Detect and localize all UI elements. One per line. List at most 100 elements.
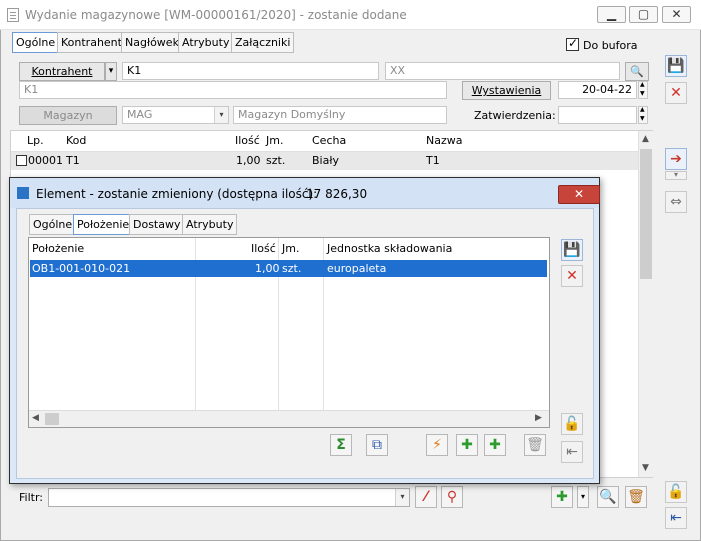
add-dropdown-button[interactable]: ▾ [577, 486, 589, 508]
save-button[interactable]: 💾 [665, 55, 687, 77]
col-nazwa[interactable]: Nazwa [426, 134, 462, 147]
location-grid[interactable]: Położenie Ilość Jm. Jednostka składowani… [28, 237, 550, 428]
col-ilosc[interactable]: Ilość [251, 242, 276, 255]
preview-button[interactable]: 🔍 [597, 486, 619, 508]
tab-ogolne[interactable]: Ogólne [12, 32, 60, 53]
maximize-icon: ▢ [637, 7, 650, 21]
wystawienia-spinner[interactable] [638, 81, 648, 99]
tab-zalaczniki[interactable]: Załączniki [231, 32, 295, 53]
magazyn-code-select[interactable]: MAG [122, 106, 229, 124]
minimize-button[interactable]: ▁ [597, 6, 626, 23]
plus-icon: ✚ [556, 489, 568, 505]
close-icon: ✕ [670, 85, 682, 101]
col-ilosc[interactable]: Ilość [235, 134, 260, 147]
cell-polozenie: OB1-001-010-021 [32, 262, 131, 275]
export-dropdown-button[interactable]: ▾ [665, 171, 687, 180]
close-icon: ✕ [573, 187, 585, 201]
element-icon [17, 187, 29, 199]
kontrahent-name-field[interactable]: K1 [19, 81, 447, 99]
col-jm[interactable]: Jm. [282, 242, 299, 255]
filter-input[interactable]: ▾ [48, 488, 410, 507]
filter-label: Filtr: [19, 491, 43, 504]
col-polozenie[interactable]: Położenie [32, 242, 84, 255]
scroll-thumb[interactable] [640, 149, 652, 279]
tab-naglowek[interactable]: Nagłówek [121, 32, 183, 53]
view-button[interactable]: ⧉ [366, 434, 388, 456]
clear-filter-button[interactable]: ⁄ [415, 486, 437, 508]
grid-horizontal-scrollbar[interactable]: ◀ ▶ [29, 410, 549, 427]
export-button[interactable]: ➔ [665, 148, 687, 170]
close-icon: ✕ [671, 7, 682, 21]
auto-assign-button[interactable]: ⚡ [426, 434, 448, 456]
scroll-down-icon[interactable]: ▼ [642, 463, 649, 473]
scroll-left-icon[interactable]: ◀ [32, 413, 39, 423]
magazyn-name-field[interactable]: Magazyn Domyślny [233, 106, 447, 124]
dialog-available-quantity: 17 826,30 [306, 187, 368, 201]
dialog-title-bar: Element - zostanie zmieniony (dostępna i… [10, 178, 600, 208]
col-jednostka-skladowania[interactable]: Jednostka składowania [327, 242, 452, 255]
trash-icon: 🗑 [526, 437, 544, 453]
kontrahent-dropdown-button[interactable]: ▾ [105, 62, 117, 81]
plus-icon: ✚ [461, 437, 473, 453]
dialog-delete-button[interactable]: 🗑 [524, 434, 546, 456]
grid-header: Lp. Kod Ilość Jm. Cecha Nazwa [11, 131, 638, 152]
dialog-cancel-button[interactable]: ✕ [561, 265, 583, 287]
dialog-tab-ogolne[interactable]: Ogólne [29, 214, 77, 235]
add-button[interactable]: ✚ [551, 486, 573, 508]
dialog-tab-polozenie[interactable]: Położenie [73, 214, 134, 235]
save-icon: 💾 [667, 58, 685, 74]
close-button[interactable]: ✕ [662, 6, 691, 23]
dialog-unlock-button[interactable]: 🔓 [561, 413, 583, 435]
add-multiple-button[interactable]: ✚ [484, 434, 506, 456]
kontrahent-button[interactable]: Kontrahent [19, 62, 105, 81]
filter-search-button[interactable]: ⚲ [441, 486, 463, 508]
kontrahent-code-field[interactable]: K1 [122, 62, 379, 80]
delete-button[interactable]: 🗑 [625, 486, 647, 508]
element-dialog: Element - zostanie zmieniony (dostępna i… [9, 177, 600, 484]
document-icon [7, 8, 19, 22]
search-kontrahent-button[interactable]: 🔍 [625, 62, 649, 81]
table-row[interactable]: 00001 T1 1,00 szt. Biały T1 [11, 152, 638, 170]
dialog-tab-dostawy[interactable]: Dostawy [129, 214, 185, 235]
close-icon: ✕ [566, 268, 578, 284]
tab-kontrahent[interactable]: Kontrahent [57, 32, 126, 53]
do-bufora-checkbox[interactable] [566, 36, 579, 51]
link-button[interactable]: ⇔ [665, 191, 687, 213]
wystawienia-date-field[interactable]: 20-04-22 [558, 81, 637, 99]
col-lp[interactable]: Lp. [27, 134, 44, 147]
scroll-up-icon[interactable]: ▲ [642, 134, 649, 144]
unlock-button[interactable]: 🔓 [665, 481, 687, 503]
magazyn-button[interactable]: Magazyn [19, 106, 117, 125]
pin-button[interactable]: ⇤ [665, 507, 687, 529]
col-jm[interactable]: Jm. [266, 134, 283, 147]
cell-jm: szt. [266, 154, 286, 167]
zatwierdzenia-spinner[interactable] [638, 106, 648, 124]
tab-atrybuty[interactable]: Atrybuty [178, 32, 234, 53]
cell-ilosc: 1,00 [255, 262, 280, 275]
dialog-close-button[interactable]: ✕ [558, 185, 600, 204]
pin-icon: ⇤ [566, 444, 578, 460]
dialog-pin-button[interactable]: ⇤ [561, 441, 583, 463]
table-row[interactable]: OB1-001-010-021 1,00 szt. europaleta [30, 260, 547, 277]
search-icon: 🔍 [630, 65, 644, 78]
scroll-thumb[interactable] [45, 413, 59, 425]
col-cecha[interactable]: Cecha [312, 134, 346, 147]
zatwierdzenia-date-field[interactable] [558, 106, 637, 124]
dialog-tab-atrybuty[interactable]: Atrybuty [182, 214, 238, 235]
chevron-down-icon[interactable]: ▾ [395, 489, 409, 506]
trash-icon: 🗑 [627, 489, 645, 505]
maximize-button[interactable]: ▢ [629, 6, 658, 23]
col-kod[interactable]: Kod [66, 134, 86, 147]
sum-button[interactable]: Σ [330, 434, 352, 456]
grid-vertical-scrollbar[interactable]: ▲ ▼ [638, 131, 653, 477]
row-checkbox[interactable] [16, 155, 27, 166]
dialog-title: Element - zostanie zmieniony (dostępna i… [36, 187, 318, 201]
chevron-down-icon: ▾ [673, 170, 678, 179]
cell-ilosc: 1,00 [236, 154, 261, 167]
kontrahent-ext-field[interactable]: XX [385, 62, 620, 80]
scroll-right-icon[interactable]: ▶ [535, 413, 542, 423]
dialog-save-button[interactable]: 💾 [561, 239, 583, 261]
wystawienia-button[interactable]: Wystawienia [462, 81, 551, 100]
cancel-button[interactable]: ✕ [665, 82, 687, 104]
add-location-button[interactable]: ✚ [456, 434, 478, 456]
